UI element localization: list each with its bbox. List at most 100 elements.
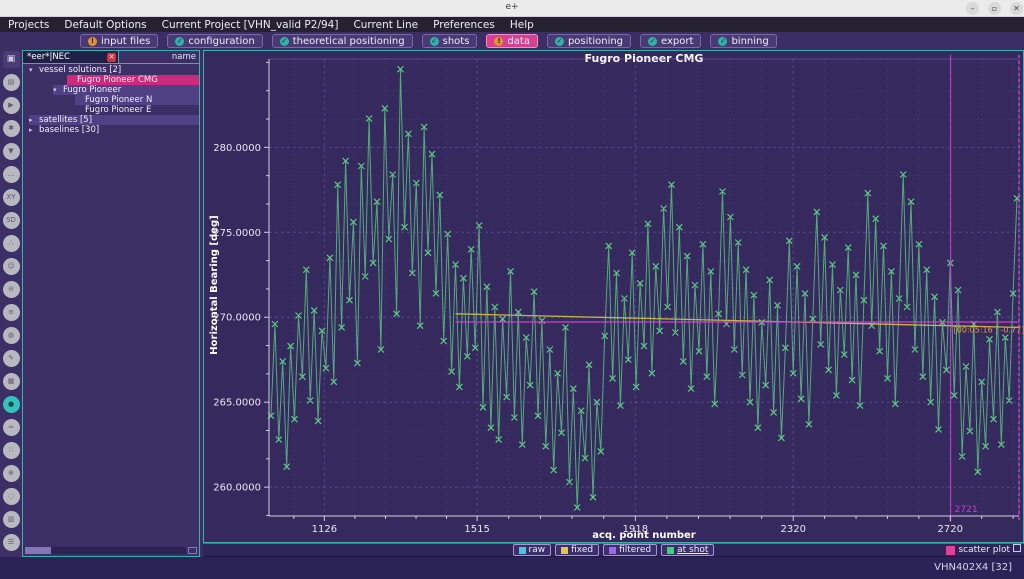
legend-button-fixed[interactable]: fixed bbox=[555, 544, 599, 556]
toolbar-tab-positioning[interactable]: ✓positioning bbox=[547, 34, 631, 48]
expander-open-icon[interactable]: ▾ bbox=[53, 86, 60, 94]
tree-filter-value: *eer*|NEC bbox=[27, 52, 104, 62]
settings-icon[interactable]: ✱ bbox=[3, 120, 20, 137]
globe-icon[interactable]: ◍ bbox=[3, 327, 20, 344]
tree-item-label: vessel solutions [2] bbox=[39, 65, 121, 75]
ellipsis-icon[interactable]: … bbox=[3, 166, 20, 183]
x-axis-label: acq. point number bbox=[269, 530, 1019, 541]
edit-icon[interactable]: ✎ bbox=[3, 350, 20, 367]
check-icon: ✓ bbox=[280, 37, 289, 46]
tree-item-baselines-30-[interactable]: ▸baselines [30] bbox=[23, 125, 199, 135]
check-icon: ✓ bbox=[175, 37, 184, 46]
toolbar-tab-label: theoretical positioning bbox=[293, 36, 405, 47]
menu-preferences[interactable]: Preferences bbox=[433, 19, 495, 31]
toolbar-tab-theoretical-positioning[interactable]: ✓ theoretical positioning bbox=[272, 34, 413, 48]
toolbar-tab-configuration[interactable]: ✓configuration bbox=[167, 34, 262, 48]
maximize-button[interactable]: ▫ bbox=[988, 2, 1001, 15]
expander-open-icon[interactable]: ▾ bbox=[29, 66, 36, 74]
tree-item-content: Fugro Pioneer E bbox=[75, 105, 199, 115]
tree-item-fugro-pioneer[interactable]: ▾Fugro Pioneer bbox=[23, 85, 199, 95]
cursor-annotation: [00:05:16 ; -0.77] bbox=[954, 326, 1024, 335]
expander-closed-icon[interactable]: ▸ bbox=[29, 126, 36, 134]
plot-type-swatch bbox=[946, 546, 955, 555]
toolbar-tab-label: input files bbox=[101, 36, 150, 47]
legend-button-filtered[interactable]: filtered bbox=[603, 544, 657, 556]
legend-button-at-shot[interactable]: at shot bbox=[661, 544, 714, 556]
face-icon[interactable]: ☺ bbox=[3, 258, 20, 275]
toolbar-tab-data[interactable]: !data bbox=[486, 34, 538, 48]
toolbar-tab-export[interactable]: ✓export bbox=[640, 34, 701, 48]
tree-item-vessel-solutions-2-[interactable]: ▾vessel solutions [2] bbox=[23, 65, 199, 75]
tree-item-label: Fugro Pioneer bbox=[63, 85, 121, 95]
expander-closed-icon[interactable]: ▸ bbox=[29, 116, 36, 124]
toolbar-tab-label: data bbox=[507, 36, 530, 47]
xy2-icon[interactable]: XY bbox=[3, 189, 20, 206]
clear-filter-icon[interactable]: ✕ bbox=[107, 53, 116, 62]
scrollbar-thumb[interactable] bbox=[25, 547, 51, 554]
minimize-button[interactable]: – bbox=[966, 2, 979, 15]
tree-item-content: ▸baselines [30] bbox=[29, 125, 199, 135]
import-icon[interactable]: ▼ bbox=[3, 143, 20, 160]
menu-current-project-vhn-valid-p-[interactable]: Current Project [VHN_valid P2/94] bbox=[162, 19, 339, 31]
toolbar-tab-label: positioning bbox=[568, 36, 623, 47]
lock-icon[interactable]: ▣ bbox=[3, 51, 20, 68]
close-button[interactable]: ✕ bbox=[1010, 2, 1023, 15]
menu-default-options[interactable]: Default Options bbox=[64, 19, 146, 31]
stats-icon[interactable]: ∷ bbox=[3, 442, 20, 459]
menu-help[interactable]: Help bbox=[510, 19, 534, 31]
chart-plot-area[interactable]: 2721[00:05:16 ; -0.77]260.0000265.000027… bbox=[204, 51, 1024, 544]
wave-icon[interactable]: ≈ bbox=[3, 419, 20, 436]
trend-line bbox=[456, 314, 1019, 328]
toolbar-tab-label: binning bbox=[731, 36, 768, 47]
toolbar-tab-binning[interactable]: ✓ binning bbox=[710, 34, 776, 48]
legend-label: raw bbox=[529, 545, 546, 555]
check-icon: ✓ bbox=[718, 37, 727, 46]
tool-icon-strip: ▣ ▤ ▶ ✱ ▼ … XY SD ∴ ☺ ⊖ ≡ ◍ ✎ ▦ ● ≈ ∷ ⊕ ◌ ▥ ☰ bbox=[0, 50, 22, 557]
plot-type-indicator[interactable]: scatter plot bbox=[946, 545, 1010, 555]
legend-button-raw[interactable]: raw bbox=[513, 544, 552, 556]
legend-swatch bbox=[561, 547, 568, 554]
tree-filter-row: *eer*|NEC ✕ name bbox=[23, 51, 199, 64]
y-tick-label: 280.0000 bbox=[213, 143, 261, 154]
tree-horizontal-scrollbar[interactable] bbox=[25, 547, 186, 554]
cells-icon[interactable]: ▥ bbox=[3, 511, 20, 528]
menu-icon[interactable]: ☰ bbox=[3, 534, 20, 551]
tree-item-fugro-pioneer-e[interactable]: Fugro Pioneer E bbox=[23, 105, 199, 115]
database-icon[interactable]: ● bbox=[3, 396, 20, 413]
scrollbar-corner bbox=[188, 547, 197, 554]
toolbar-tab-input-files[interactable]: !input files bbox=[80, 34, 158, 48]
toolbar-tab-shots[interactable]: ✓shots bbox=[422, 34, 478, 48]
grid-icon[interactable]: ▦ bbox=[3, 373, 20, 390]
y-axis-label: Horizontal Bearing [deg] bbox=[209, 210, 221, 360]
legend-label: filtered bbox=[619, 545, 651, 555]
play-icon[interactable]: ▶ bbox=[3, 97, 20, 114]
y-tick-label: 260.0000 bbox=[213, 483, 261, 494]
legend-label: fixed bbox=[571, 545, 593, 555]
folder-icon[interactable]: ▤ bbox=[3, 74, 20, 91]
statusbar: VHN402X4 [32] bbox=[0, 557, 1024, 579]
menu-projects[interactable]: Projects bbox=[8, 19, 49, 31]
nodes-icon[interactable]: ∴ bbox=[3, 235, 20, 252]
window-titlebar[interactable]: e+ –▫✕ bbox=[0, 0, 1024, 17]
target-icon[interactable]: ◌ bbox=[3, 488, 20, 505]
zoom-in-icon[interactable]: ⊕ bbox=[3, 465, 20, 482]
check-icon: ✓ bbox=[648, 37, 657, 46]
data-tree-panel: *eer*|NEC ✕ name ▾vessel solutions [2]Fu… bbox=[22, 50, 200, 557]
detach-window-icon[interactable] bbox=[1013, 544, 1021, 552]
tree-item-satellites-5-[interactable]: ▸satellites [5] bbox=[23, 115, 199, 125]
legend-swatch bbox=[667, 547, 674, 554]
tree-filter-input[interactable]: *eer*|NEC ✕ bbox=[23, 51, 119, 63]
series-markers bbox=[268, 66, 1020, 510]
series-line bbox=[271, 69, 1017, 507]
tree-item-fugro-pioneer-n[interactable]: Fugro Pioneer N bbox=[23, 95, 199, 105]
menu-current-line[interactable]: Current Line bbox=[353, 19, 418, 31]
toolbar-tab-label: shots bbox=[443, 36, 470, 47]
tree-item-label: baselines [30] bbox=[39, 125, 99, 135]
tree-item-content: ▾vessel solutions [2] bbox=[29, 65, 199, 75]
sd-icon[interactable]: SD bbox=[3, 212, 20, 229]
legend-swatch bbox=[519, 547, 526, 554]
tree-item-content: Fugro Pioneer N bbox=[75, 95, 199, 105]
list-icon[interactable]: ≡ bbox=[3, 304, 20, 321]
tree-item-fugro-pioneer-cmg[interactable]: Fugro Pioneer CMG bbox=[23, 75, 199, 85]
zoom-out-icon[interactable]: ⊖ bbox=[3, 281, 20, 298]
